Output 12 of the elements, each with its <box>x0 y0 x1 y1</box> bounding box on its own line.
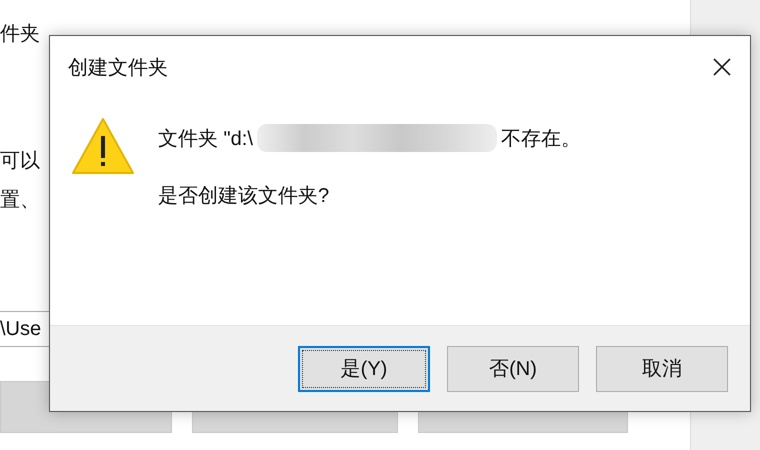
message-text: 文件夹 "d:\ <box>158 126 253 152</box>
close-icon[interactable] <box>712 57 732 77</box>
body-text: 可以 <box>0 149 40 174</box>
heading-text: 件夹 <box>0 22 40 47</box>
warning-icon <box>70 116 136 176</box>
dialog-button[interactable]: 取消 <box>596 346 728 392</box>
dialog-button[interactable]: 否(N) <box>447 346 579 392</box>
dialog-title: 创建文件夹 <box>68 56 168 80</box>
message-text: 不存在。 <box>500 126 581 152</box>
dialog-button[interactable]: 是(Y) <box>298 346 430 392</box>
body-text: 置、 <box>0 188 40 213</box>
question-text: 是否创建该文件夹? <box>158 184 330 209</box>
